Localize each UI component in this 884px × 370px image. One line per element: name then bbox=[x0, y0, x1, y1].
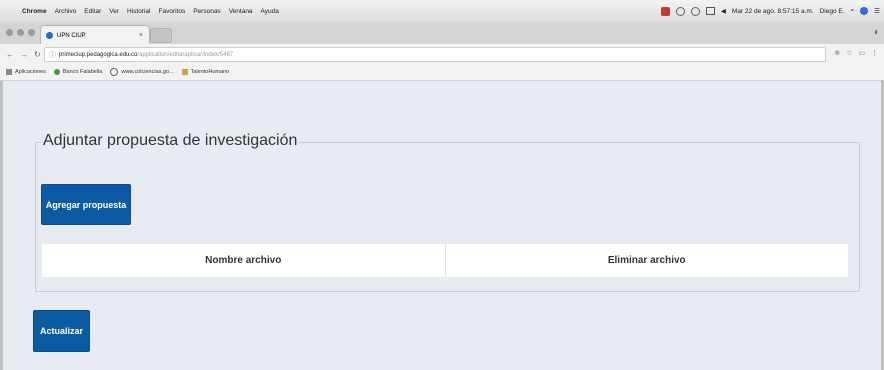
bookmarks-bar: Aplicaciones Banco Falabella www.colcien… bbox=[0, 64, 884, 81]
column-header-file-name: Nombre archivo bbox=[205, 255, 282, 266]
forward-arrow-icon[interactable]: → bbox=[20, 50, 28, 59]
menu-ver[interactable]: Ver bbox=[109, 8, 119, 15]
display-icon[interactable] bbox=[705, 7, 715, 15]
clock[interactable]: Mar 22 de ago. 8:57:15 a.m. bbox=[732, 8, 814, 15]
menubar-status-area: ◀ Mar 22 de ago. 8:57:15 a.m. Diego E. ⌕… bbox=[655, 6, 880, 16]
files-table-header: Nombre archivo Eliminar archivo bbox=[42, 244, 848, 277]
browser-tab[interactable]: UPN CIUP × bbox=[40, 25, 150, 45]
bookmark-label: Banco Falabella bbox=[62, 69, 103, 75]
menu-personas[interactable]: Personas bbox=[193, 8, 220, 15]
bookmark-label: Aplicaciones bbox=[15, 69, 46, 75]
menu-favoritos[interactable]: Favoritos bbox=[158, 8, 185, 15]
bookmark-aplicaciones[interactable]: Aplicaciones bbox=[6, 69, 46, 75]
bookmark-banco-falabella[interactable]: Banco Falabella bbox=[53, 69, 103, 75]
bookmark-label: www.colciencias.go... bbox=[121, 69, 174, 75]
browser-tab-bar: UPN CIUP × ◐ bbox=[0, 22, 884, 45]
notification-center-icon[interactable]: ☰ bbox=[874, 7, 880, 15]
sync-icon[interactable] bbox=[675, 6, 685, 16]
menu-icon[interactable]: ⋮ bbox=[871, 49, 878, 57]
leaf-icon bbox=[53, 69, 60, 75]
bookmark-talento-humano[interactable]: TalentoHumano bbox=[181, 69, 230, 75]
url-host: primeciup.pedagogica.edu.co bbox=[59, 51, 138, 58]
profile-icon[interactable]: ◐ bbox=[874, 27, 880, 38]
address-bar-row: ← → ↻ ⓘ primeciup.pedagogica.edu.co/appl… bbox=[0, 44, 884, 65]
url-input[interactable]: ⓘ primeciup.pedagogica.edu.co/applicatio… bbox=[44, 47, 826, 62]
mac-menubar: Chrome Archivo Editar Ver Historial Favo… bbox=[0, 0, 884, 23]
spotlight-search-icon[interactable]: ⌕ bbox=[851, 7, 855, 15]
menubar-app-name[interactable]: Chrome bbox=[22, 8, 47, 15]
left-border bbox=[0, 81, 3, 370]
page-icon bbox=[181, 69, 188, 75]
favicon-icon bbox=[46, 32, 53, 39]
status-icon[interactable] bbox=[690, 6, 700, 16]
update-button[interactable]: Actualizar bbox=[33, 310, 90, 352]
zoom-icon[interactable]: ⊕ bbox=[834, 49, 840, 57]
globe-icon bbox=[110, 68, 119, 76]
bookmark-star-icon[interactable]: ☆ bbox=[846, 49, 852, 57]
reload-icon[interactable]: ↻ bbox=[34, 50, 41, 59]
page-content: Adjuntar propuesta de investigación Agre… bbox=[0, 81, 884, 370]
add-proposal-button[interactable]: Agregar propuesta bbox=[41, 184, 131, 225]
cast-icon[interactable]: ▭ bbox=[858, 49, 865, 57]
close-window-button[interactable] bbox=[6, 29, 13, 36]
back-arrow-icon[interactable]: ← bbox=[6, 50, 14, 59]
menu-historial[interactable]: Historial bbox=[127, 8, 150, 15]
siri-icon[interactable] bbox=[860, 7, 869, 15]
zoom-window-button[interactable] bbox=[28, 29, 35, 36]
menu-ayuda[interactable]: Ayuda bbox=[261, 8, 279, 15]
window-controls bbox=[6, 29, 39, 36]
minimize-window-button[interactable] bbox=[17, 29, 24, 36]
menu-editar[interactable]: Editar bbox=[84, 8, 101, 15]
user-name[interactable]: Diego E. bbox=[820, 8, 845, 15]
info-icon[interactable]: ⓘ bbox=[49, 50, 56, 60]
menu-archivo[interactable]: Archivo bbox=[55, 8, 77, 15]
toolbar-actions: ⊕ ☆ ▭ ⋮ bbox=[828, 49, 878, 57]
apps-grid-icon bbox=[6, 69, 12, 75]
column-header-delete-file: Eliminar archivo bbox=[444, 244, 849, 277]
extension-icon[interactable] bbox=[660, 6, 670, 16]
bookmark-colciencias[interactable]: www.colciencias.go... bbox=[110, 68, 174, 76]
volume-icon[interactable]: ◀ bbox=[721, 7, 726, 15]
tab-title: UPN CIUP bbox=[57, 32, 86, 39]
url-path: /application/editaraplicar/index/5487 bbox=[137, 51, 234, 58]
new-tab-button[interactable] bbox=[150, 28, 172, 43]
bookmark-label: TalentoHumano bbox=[190, 69, 230, 75]
menu-ventana[interactable]: Ventana bbox=[229, 8, 253, 15]
fieldset-legend: Adjuntar propuesta de investigación bbox=[41, 132, 300, 150]
tab-close-icon[interactable]: × bbox=[139, 32, 143, 39]
